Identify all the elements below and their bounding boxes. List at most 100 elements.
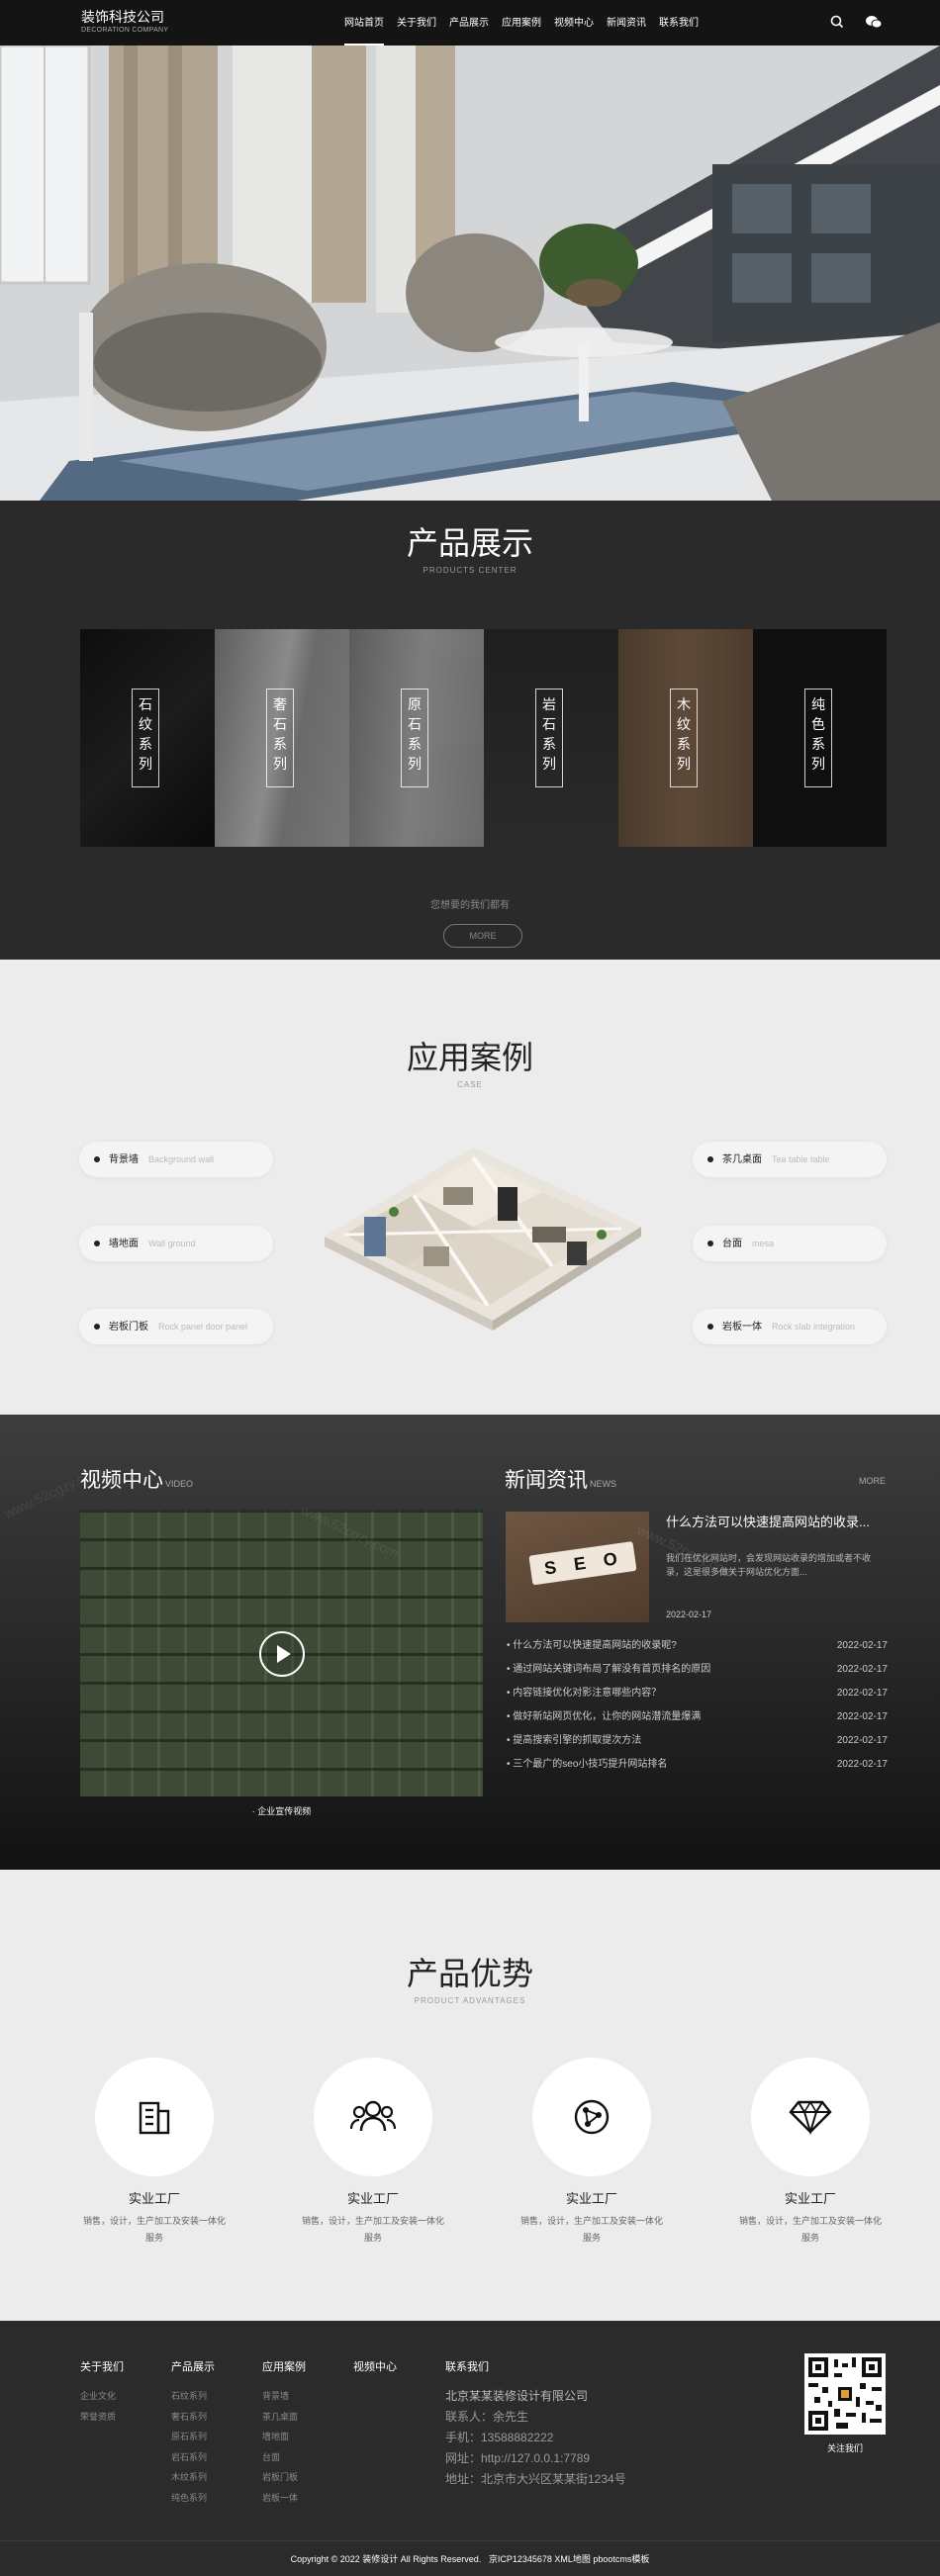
news-row[interactable]: • 做好新站网页优化，让你的网站潜流量爆满 2022-02-17 (507, 1709, 888, 1725)
users-icon (349, 2100, 397, 2132)
footer-link[interactable]: 荣誉资质 (80, 2407, 124, 2428)
news-row[interactable]: • 通过网站关键词布局了解没有首页排名的原因 2022-02-17 (507, 1662, 888, 1678)
case-item-wall-ground[interactable]: 墙地面 Wall ground (79, 1226, 273, 1261)
footer-link[interactable]: 原石系列 (171, 2427, 215, 2447)
advantage-desc: 销售，设计，生产加工及安装一体化服务 (519, 2216, 663, 2243)
news-featured-title[interactable]: 什么方法可以快速提高网站的收录... (666, 1512, 889, 1530)
advantage-card[interactable]: 实业工厂 销售，设计，生产加工及安装一体化服务 (721, 2058, 899, 2247)
advantage-title: 实业工厂 (128, 2191, 180, 2206)
news-row-title: • 做好新站网页优化，让你的网站潜流量爆满 (507, 1711, 702, 1722)
video-caption: · 企业宣传视频 (251, 1806, 312, 1816)
products-subtitle: PRODUCTS CENTER (423, 566, 517, 575)
seo-tiles: SEO (528, 1541, 637, 1586)
qr-label: 关注我们 (826, 2443, 863, 2453)
news-featured-image[interactable]: SEO (506, 1512, 649, 1622)
footer-contact-line: 手机：13588882222 (445, 2431, 554, 2444)
footer-link[interactable]: 企业文化 (80, 2386, 124, 2407)
advantage-card[interactable]: 实业工厂 销售，设计，生产加工及安装一体化服务 (503, 2058, 681, 2247)
nav-products[interactable]: 产品展示 (449, 0, 489, 46)
network-globe-icon (574, 2099, 610, 2135)
footer-col-heading[interactable]: 应用案例 (262, 2358, 306, 2374)
case-item-background-wall[interactable]: 背景墙 Background wall (79, 1142, 273, 1177)
footer-col-about: 关于我们 企业文化 荣誉资质 (80, 2358, 124, 2427)
product-label: 原石系列 (401, 689, 428, 787)
case-item-tea-table[interactable]: 茶几桌面 Tea table table (693, 1142, 887, 1177)
products-more-button[interactable]: MORE (443, 924, 522, 948)
product-raw-stone[interactable]: 原石系列 (349, 629, 484, 847)
footer-col-cases: 应用案例 背景墙 茶几桌面 墙地面 台面 岩板门板 岩板一体 (262, 2358, 306, 2508)
product-rock[interactable]: 岩石系列 (484, 629, 618, 847)
video-player[interactable] (80, 1510, 483, 1796)
news-row-title: • 提高搜索引擎的抓取提次方法 (507, 1735, 642, 1746)
nav-about[interactable]: 关于我们 (397, 0, 436, 46)
news-title-text: 新闻资讯 (505, 1469, 588, 1492)
case-label: 茶几桌面 (722, 1154, 762, 1165)
news-row[interactable]: • 三个最广的seo小技巧提升网站排名 2022-02-17 (507, 1757, 888, 1773)
news-more-link[interactable]: MORE (859, 1476, 886, 1486)
play-icon[interactable] (258, 1630, 306, 1678)
footer-col-heading[interactable]: 视频中心 (353, 2358, 397, 2374)
news-row-title: • 三个最广的seo小技巧提升网站排名 (507, 1759, 668, 1770)
diamond-icon (789, 2100, 832, 2135)
footer-link[interactable]: 岩板一体 (262, 2488, 306, 2509)
logo[interactable]: 装饰科技公司 DECORATION COMPANY (81, 9, 168, 34)
advantage-card[interactable]: 实业工厂 销售，设计，生产加工及安装一体化服务 (65, 2058, 243, 2247)
footer-contact-line: 联系人：余先生 (445, 2410, 529, 2424)
nav-video[interactable]: 视频中心 (554, 0, 594, 46)
product-luxury-stone[interactable]: 奢石系列 (215, 629, 349, 847)
news-row-date: 2022-02-17 (836, 1735, 888, 1746)
footer-link[interactable]: 石纹系列 (171, 2386, 215, 2407)
product-solid-color[interactable]: 纯色系列 (753, 629, 887, 847)
footer-link[interactable]: 奢石系列 (171, 2407, 215, 2428)
product-stone-grain[interactable]: 石纹系列 (80, 629, 215, 847)
product-label: 石纹系列 (132, 689, 159, 787)
case-label-en: Background wall (148, 1154, 215, 1164)
footer-link[interactable]: 茶几桌面 (262, 2407, 306, 2428)
footer-col-video: 视频中心 (353, 2358, 397, 2386)
case-item-rock-slab[interactable]: 岩板一体 Rock slab integration (693, 1309, 887, 1344)
search-icon[interactable] (829, 14, 845, 30)
advantage-desc: 销售，设计，生产加工及安装一体化服务 (738, 2216, 882, 2243)
advantages-subtitle: PRODUCT ADVANTAGES (414, 1996, 526, 2005)
news-title: 新闻资讯 NEWS (505, 1464, 616, 1494)
case-item-rock-door[interactable]: 岩板门板 Rock panel door panel (79, 1309, 273, 1344)
footer-link[interactable]: 背景墙 (262, 2386, 306, 2407)
wechat-icon[interactable] (865, 14, 883, 30)
nav-news[interactable]: 新闻资讯 (607, 0, 646, 46)
nav-cases[interactable]: 应用案例 (502, 0, 541, 46)
case-item-mesa[interactable]: 台面 mesa (693, 1226, 887, 1261)
footer-contact-line[interactable]: 网址：http://127.0.0.1:7789 (445, 2448, 626, 2469)
news-row[interactable]: • 提高搜索引擎的抓取提次方法 2022-02-17 (507, 1733, 888, 1749)
case-label: 台面 (722, 1239, 742, 1249)
advantage-icon-circle (751, 2058, 870, 2176)
advantage-icon-circle (314, 2058, 432, 2176)
footer-col-heading[interactable]: 联系我们 (445, 2358, 626, 2374)
footer-link[interactable]: 岩石系列 (171, 2447, 215, 2468)
footer-link[interactable]: 墙地面 (262, 2427, 306, 2447)
product-wood-grain[interactable]: 木纹系列 (618, 629, 753, 847)
footer-link[interactable]: 岩板门板 (262, 2467, 306, 2488)
advantage-card[interactable]: 实业工厂 销售，设计，生产加工及安装一体化服务 (284, 2058, 462, 2247)
case-label: 岩板门板 (109, 1322, 148, 1333)
news-row-title: • 什么方法可以快速提高网站的收录呢? (507, 1640, 677, 1651)
news-title-sub: NEWS (590, 1479, 616, 1489)
nav-home[interactable]: 网站首页 (344, 0, 384, 46)
news-row-date: 2022-02-17 (836, 1640, 888, 1651)
product-label: 奢石系列 (266, 689, 294, 787)
footer-company: 北京某某装修设计有限公司 (445, 2389, 589, 2403)
footer-col-heading[interactable]: 关于我们 (80, 2358, 124, 2374)
footer-link[interactable]: 台面 (262, 2447, 306, 2468)
news-row[interactable]: • 内容链接优化对影注意哪些内容？ 2022-02-17 (507, 1686, 888, 1702)
footer-link[interactable]: 纯色系列 (171, 2488, 215, 2509)
products-tagline: 您想要的我们都有 (430, 900, 510, 911)
video-title-sub: VIDEO (165, 1479, 194, 1489)
footer-divider (0, 2540, 940, 2541)
case-label-en: Tea table table (772, 1154, 830, 1164)
footer-link[interactable]: 木纹系列 (171, 2467, 215, 2488)
advantages-title: 产品优势 (406, 1956, 533, 1991)
footer-col-heading[interactable]: 产品展示 (171, 2358, 215, 2374)
news-row-title: • 通过网站关键词布局了解没有首页排名的原因 (507, 1664, 711, 1675)
news-row[interactable]: • 什么方法可以快速提高网站的收录呢? 2022-02-17 (507, 1638, 888, 1654)
nav-contact[interactable]: 联系我们 (659, 0, 699, 46)
case-label-en: Rock panel door panel (158, 1322, 248, 1332)
